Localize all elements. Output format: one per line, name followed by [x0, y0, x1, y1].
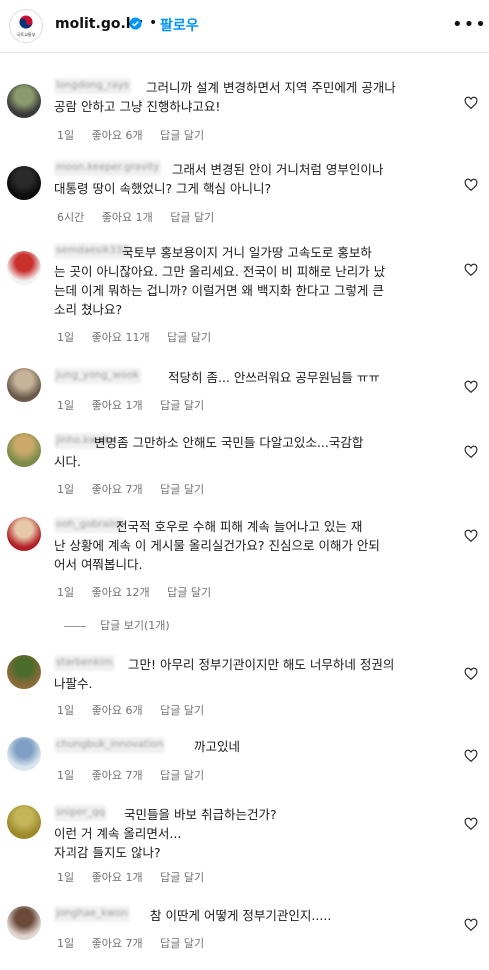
comment-likes[interactable]: 좋아요 7개	[92, 483, 143, 496]
follow-button[interactable]: 팔로우	[160, 15, 199, 35]
comment-meta: 1일 좋아요 6개 답글 달기	[57, 702, 218, 718]
reply-button[interactable]: 답글 달기	[170, 211, 214, 224]
replies-divider	[64, 625, 86, 627]
account-avatar[interactable]: 국토교통부	[9, 9, 43, 43]
commenter-avatar[interactable]	[7, 433, 41, 467]
reply-button[interactable]: 답글 달기	[160, 871, 204, 884]
comment-time: 1일	[57, 769, 75, 782]
commenter-avatar[interactable]	[7, 166, 41, 200]
comment-time: 1일	[57, 399, 75, 412]
comment-meta: 1일 좋아요 7개 답글 달기	[57, 935, 218, 951]
comment-likes[interactable]: 좋아요 6개	[92, 704, 143, 717]
verified-badge-icon	[129, 17, 142, 30]
comment-text: 그래서 변경된 안이 거니처럼 영부인이나 대통령 땅이 속했었니? 그게 핵심…	[54, 162, 384, 196]
post-header: 국토교통부 molit.go.kr • 팔로우 •••	[0, 0, 489, 53]
like-heart-icon[interactable]	[464, 263, 478, 277]
comment-likes[interactable]: 좋아요 1개	[102, 211, 153, 224]
comment-meta: 1일 좋아요 7개 답글 달기	[57, 767, 218, 783]
comment-time: 1일	[57, 129, 75, 142]
comment-likes[interactable]: 좋아요 11개	[92, 331, 150, 344]
commenter-avatar[interactable]	[7, 517, 41, 551]
comment-time: 1일	[57, 331, 75, 344]
commenter-avatar[interactable]	[7, 906, 41, 940]
comment-time: 1일	[57, 483, 75, 496]
more-options-button[interactable]: •••	[452, 14, 487, 35]
reply-button[interactable]: 답글 달기	[160, 937, 204, 950]
comment-time: 1일	[57, 937, 75, 950]
reply-button[interactable]: 답글 달기	[167, 586, 211, 599]
like-heart-icon[interactable]	[464, 817, 478, 831]
comment-likes[interactable]: 좋아요 1개	[92, 871, 143, 884]
comment-likes[interactable]: 좋아요 7개	[92, 937, 143, 950]
commenter-avatar[interactable]	[7, 805, 41, 839]
comment-meta: 1일 좋아요 1개 답글 달기	[57, 869, 218, 885]
like-heart-icon[interactable]	[464, 749, 478, 763]
like-heart-icon[interactable]	[464, 178, 478, 192]
reply-button[interactable]: 답글 달기	[160, 704, 204, 717]
comment-text: 적당히 좀... 안쓰러워요 공무원님들 ㅠㅠ	[168, 370, 380, 385]
comment-likes[interactable]: 좋아요 1개	[92, 399, 143, 412]
view-replies-button[interactable]: 답글 보기(1개)	[64, 617, 170, 633]
like-heart-icon[interactable]	[464, 445, 478, 459]
reply-button[interactable]: 답글 달기	[167, 331, 211, 344]
comment-text: 전국적 호우로 수해 피해 계속 늘어나고 있는 재 난 상황에 계속 이 게시…	[54, 519, 380, 572]
comment-text: 까고있네	[194, 739, 241, 754]
separator-dot: •	[149, 15, 158, 31]
commenter-avatar[interactable]	[7, 84, 41, 118]
reply-button[interactable]: 답글 달기	[160, 129, 204, 142]
comment-text: 참 이딴게 어떻게 정부기관인지.....	[150, 908, 332, 923]
comment-meta: 6시간 좋아요 1개 답글 달기	[57, 209, 228, 225]
comment-meta: 1일 좋아요 11개 답글 달기	[57, 329, 225, 345]
comment-time: 6시간	[57, 211, 85, 224]
reply-button[interactable]: 답글 달기	[160, 399, 204, 412]
molit-logo-icon: 국토교통부	[16, 15, 36, 38]
commenter-avatar[interactable]	[7, 251, 41, 285]
comment-text: 변명좀 그만하소 안해도 국민들 다알고있소...국감합 시다.	[54, 435, 364, 469]
comment-meta: 1일 좋아요 6개 답글 달기	[57, 127, 218, 143]
commenter-avatar[interactable]	[7, 655, 41, 689]
comment-text: 국토부 홍보용이지 거니 일가땅 고속도로 홍보하 는 곳이 아니잖아요. 그만…	[54, 245, 386, 317]
comment-text: 국민들을 바보 취급하는건가? 이런 거 계속 올리면서... 자괴감 들지도 …	[54, 807, 277, 860]
view-replies-label: 답글 보기(1개)	[100, 619, 170, 632]
reply-button[interactable]: 답글 달기	[160, 483, 204, 496]
comment-likes[interactable]: 좋아요 12개	[92, 586, 150, 599]
like-heart-icon[interactable]	[464, 667, 478, 681]
logo-text: 국토교통부	[16, 32, 35, 38]
like-heart-icon[interactable]	[464, 380, 478, 394]
comment-text: 그만! 아무리 정부기관이지만 해도 너무하네 정권의 나팔수.	[54, 657, 395, 691]
like-heart-icon[interactable]	[464, 529, 478, 543]
comment-text: 그러니까 설계 변경하면서 지역 주민에게 공개나 공람 안하고 그냥 진행하냐…	[54, 80, 396, 114]
like-heart-icon[interactable]	[464, 918, 478, 932]
reply-button[interactable]: 답글 달기	[160, 769, 204, 782]
comment-meta: 1일 좋아요 1개 답글 달기	[57, 397, 218, 413]
commenter-avatar[interactable]	[7, 737, 41, 771]
comment-time: 1일	[57, 871, 75, 884]
like-heart-icon[interactable]	[464, 96, 478, 110]
comment-meta: 1일 좋아요 7개 답글 달기	[57, 481, 218, 497]
comment-likes[interactable]: 좋아요 7개	[92, 769, 143, 782]
comment-time: 1일	[57, 586, 75, 599]
comment-time: 1일	[57, 704, 75, 717]
commenter-avatar[interactable]	[7, 368, 41, 402]
comment-likes[interactable]: 좋아요 6개	[92, 129, 143, 142]
comment-meta: 1일 좋아요 12개 답글 달기	[57, 584, 225, 600]
